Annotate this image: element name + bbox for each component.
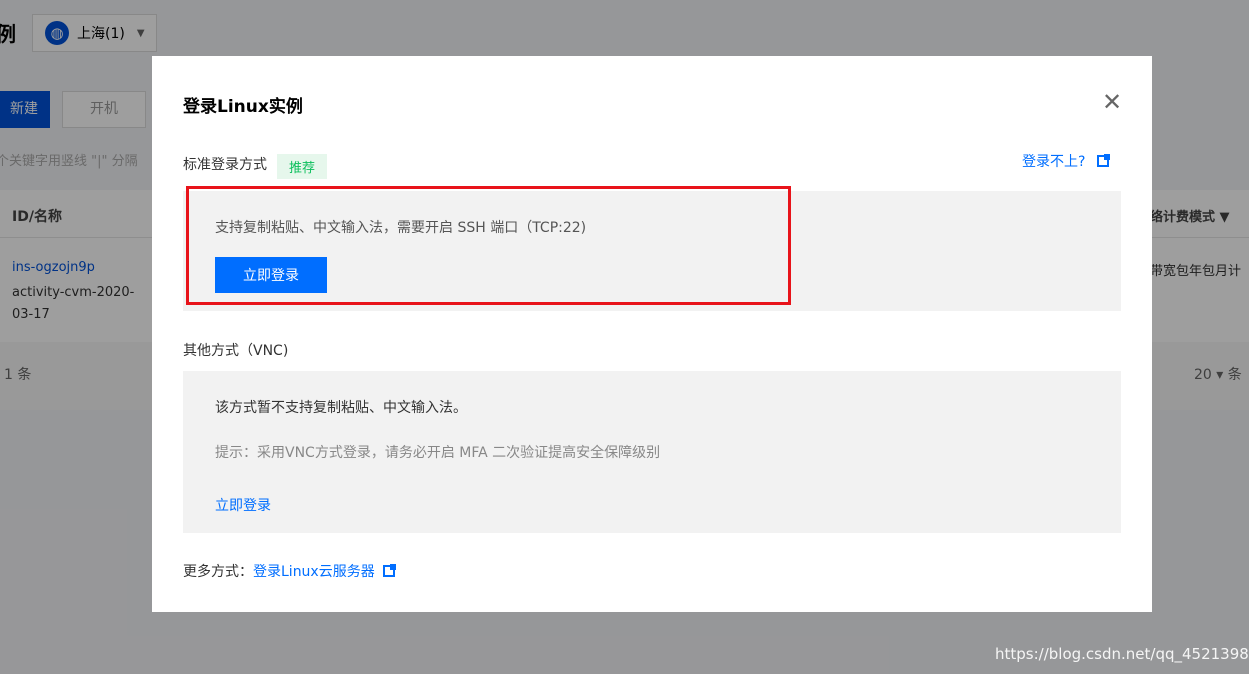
close-icon[interactable]: ✕: [1102, 90, 1122, 114]
watermark: https://blog.csdn.net/qq_45213986: [995, 645, 1249, 663]
dialog-title: 登录Linux实例: [183, 97, 303, 117]
vnc-login-link[interactable]: 立即登录: [215, 495, 271, 515]
login-linux-dialog: 登录Linux实例 ✕ 标准登录方式 推荐 登录不上? 支持复制粘贴、中文输入法…: [152, 56, 1152, 612]
more-methods-label: 更多方式：: [183, 564, 253, 580]
standard-login-label: 标准登录方式: [183, 157, 267, 173]
external-link-icon: [1097, 154, 1111, 167]
external-link-icon: [382, 564, 396, 577]
vnc-login-panel: 该方式暂不支持复制粘贴、中文输入法。 提示：采用VNC方式登录，请务必开启 MF…: [183, 371, 1121, 533]
vnc-tip: 提示：采用VNC方式登录，请务必开启 MFA 二次验证提高安全保障级别: [215, 445, 661, 461]
more-methods: 更多方式： 登录Linux云服务器: [183, 561, 396, 581]
highlight-frame: [186, 186, 791, 305]
recommended-badge: 推荐: [277, 154, 328, 179]
vnc-description: 该方式暂不支持复制粘贴、中文输入法。: [215, 400, 467, 416]
login-linux-cvm-link[interactable]: 登录Linux云服务器: [253, 561, 396, 581]
vnc-login-label: 其他方式（VNC): [183, 343, 289, 359]
login-help-link[interactable]: 登录不上?: [1022, 151, 1111, 171]
